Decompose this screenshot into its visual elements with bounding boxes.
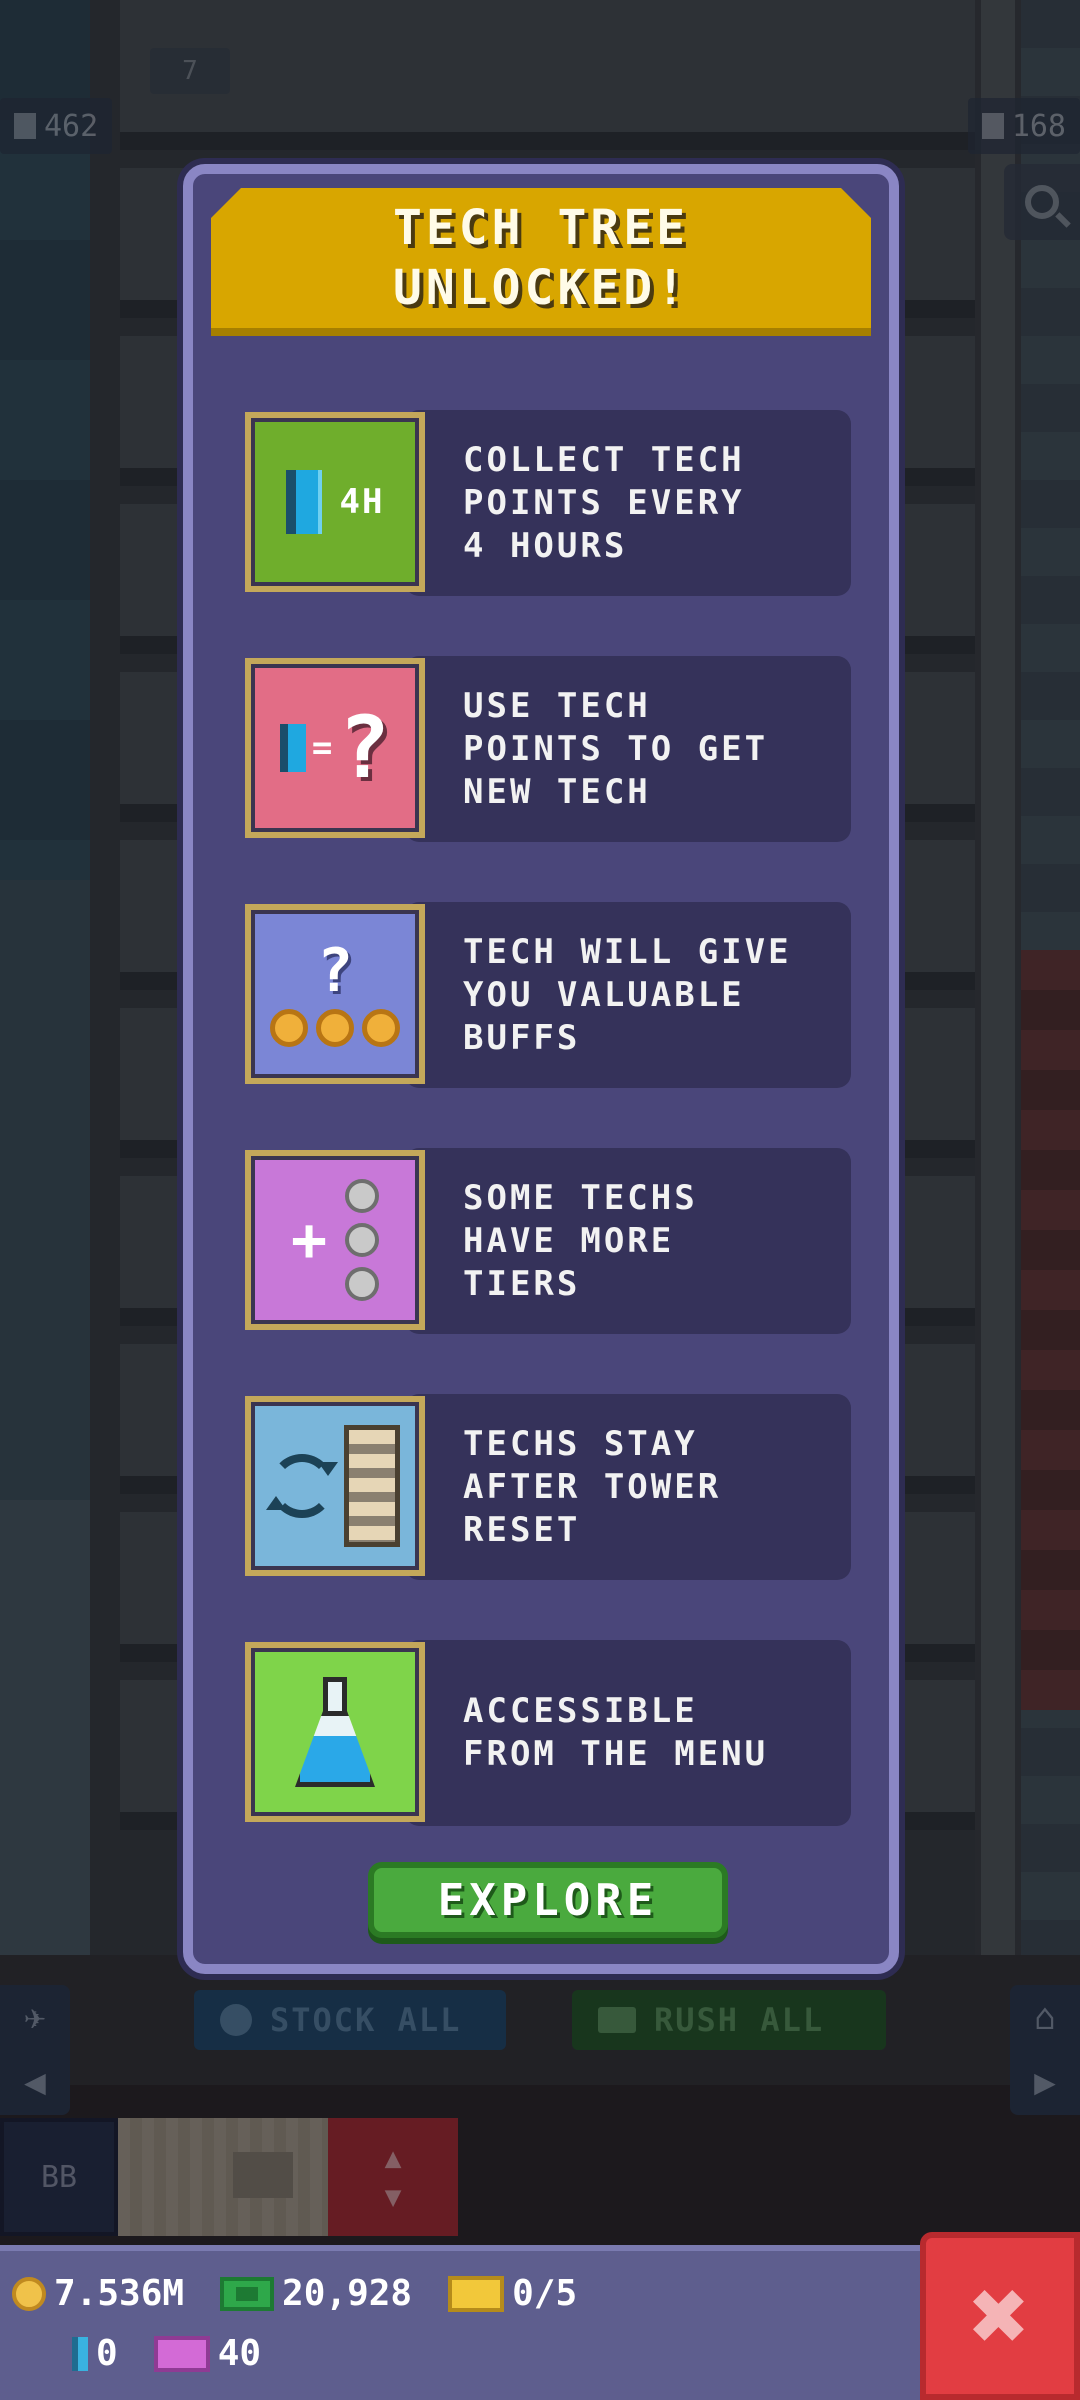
tiers-icon xyxy=(345,1179,380,1301)
tech-points-value: 0 xyxy=(96,2333,118,2374)
tech-tree-modal: TECH TREE UNLOCKED! 4H COLLECT TECH POIN… xyxy=(183,164,899,1974)
info-text: TECH WILL GIVE YOU VALUABLE BUFFS xyxy=(463,931,792,1060)
flask-body xyxy=(295,1711,375,1787)
info-text: SOME TECHS HAVE MORE TIERS xyxy=(463,1177,698,1306)
tech-point-icon xyxy=(285,470,322,534)
modal-header: TECH TREE UNLOCKED! xyxy=(211,188,871,336)
modal-title-line: TECH TREE xyxy=(392,200,690,256)
info-text-line: ACCESSIBLE xyxy=(463,1691,698,1731)
close-icon: ✖ xyxy=(969,2257,1031,2374)
info-text-line: POINTS EVERY xyxy=(463,482,745,523)
coins-value: 7.536M xyxy=(54,2273,185,2314)
close-button[interactable]: ✖ xyxy=(920,2232,1080,2400)
info-panel: USE TECH POINTS TO GET NEW TECH xyxy=(405,656,851,842)
info-text-line: RESET xyxy=(463,1509,581,1550)
info-text-line: USE TECH xyxy=(463,685,651,726)
coins-icon xyxy=(270,1009,400,1047)
info-text: TECHS STAY AFTER TOWER RESET xyxy=(463,1423,721,1552)
legend-tickets-counter[interactable]: 40 xyxy=(153,2333,262,2374)
explore-button[interactable]: EXPLORE xyxy=(368,1862,728,1938)
info-text: USE TECH POINTS TO GET NEW TECH xyxy=(463,685,768,814)
info-panel: TECHS STAY AFTER TOWER RESET xyxy=(405,1394,851,1580)
legend-tickets-value: 40 xyxy=(217,2333,262,2374)
info-text-line: HAVE MORE xyxy=(463,1220,675,1261)
question-mark-icon: ? xyxy=(338,698,391,798)
tech-points-4h-icon: 4H xyxy=(245,412,425,592)
tile-label: 4H xyxy=(339,482,385,522)
bux-icon xyxy=(220,2276,275,2311)
info-panel: TECH WILL GIVE YOU VALUABLE BUFFS xyxy=(405,902,851,1088)
tech-points-counter[interactable]: 0 xyxy=(72,2333,118,2374)
info-row: 4H COLLECT TECH POINTS EVERY 4 HOURS xyxy=(245,410,851,596)
tech-point-icon xyxy=(72,2336,88,2371)
question-mark-icon: ? xyxy=(316,936,354,1006)
info-text-line: POINTS TO GET xyxy=(463,728,769,769)
info-text-line: YOU VALUABLE xyxy=(463,974,745,1015)
info-text-line: TECHS STAY xyxy=(463,1423,698,1464)
info-text: COLLECT TECH POINTS EVERY 4 HOURS xyxy=(463,439,745,568)
golden-ticket-icon xyxy=(448,2275,505,2312)
info-text-line: COLLECT TECH xyxy=(463,439,745,480)
question-coins-icon: ? xyxy=(245,904,425,1084)
reset-cycle-icon xyxy=(270,1454,334,1518)
info-text-line: BUFFS xyxy=(463,1017,581,1058)
info-text-line: AFTER TOWER xyxy=(463,1466,722,1507)
tickets-counter[interactable]: 0/5 xyxy=(448,2273,577,2314)
building-icon xyxy=(344,1425,400,1547)
info-panel: SOME TECHS HAVE MORE TIERS xyxy=(405,1148,851,1334)
equals-icon: = xyxy=(311,728,333,768)
info-row: ? TECH WILL GIVE YOU VALUABLE BUFFS xyxy=(245,902,851,1088)
flask-graphic xyxy=(295,1677,375,1787)
coin-icon xyxy=(316,1009,354,1047)
coins-counter[interactable]: 7.536M xyxy=(12,2273,184,2314)
info-text: ACCESSIBLE FROM THE MENU xyxy=(463,1690,768,1776)
currency-row: 0 40 xyxy=(72,2333,283,2374)
info-text-line: 4 HOURS xyxy=(463,525,628,566)
bux-value: 20,928 xyxy=(282,2273,413,2314)
plus-tiers-icon: + xyxy=(245,1150,425,1330)
modal-title-line: UNLOCKED! xyxy=(392,260,690,316)
tickets-value: 0/5 xyxy=(512,2273,578,2314)
modal-title: TECH TREE UNLOCKED! xyxy=(393,198,689,318)
coin-icon xyxy=(362,1009,400,1047)
currency-row: 7.536M 20,928 0/5 xyxy=(12,2273,599,2314)
flask-icon xyxy=(245,1642,425,1822)
info-row: + SOME TECHS HAVE MORE TIERS xyxy=(245,1148,851,1334)
info-row: ACCESSIBLE FROM THE MENU xyxy=(245,1640,851,1826)
info-text-line: TECH WILL GIVE xyxy=(463,931,792,972)
currency-bar: 7.536M 20,928 0/5 0 40 xyxy=(0,2245,1080,2400)
info-text-line: FROM THE MENU xyxy=(463,1734,769,1774)
info-row: = ? USE TECH POINTS TO GET NEW TECH xyxy=(245,656,851,842)
tech-points-equals-question-icon: = ? xyxy=(245,658,425,838)
legend-ticket-icon xyxy=(153,2335,210,2372)
info-text-line: TIERS xyxy=(463,1263,581,1304)
coin-icon xyxy=(270,1009,308,1047)
cycle-building-icon xyxy=(245,1396,425,1576)
plus-icon: + xyxy=(290,1205,328,1275)
info-text-line: NEW TECH xyxy=(463,771,651,812)
tier-dot-icon xyxy=(345,1267,380,1301)
tech-point-icon xyxy=(279,724,306,772)
tier-dot-icon xyxy=(345,1179,380,1213)
coin-icon xyxy=(12,2276,46,2311)
info-panel: COLLECT TECH POINTS EVERY 4 HOURS xyxy=(405,410,851,596)
tier-dot-icon xyxy=(345,1223,380,1257)
buff-icon-stack: ? xyxy=(270,941,400,1047)
info-panel: ACCESSIBLE FROM THE MENU xyxy=(405,1640,851,1826)
info-text-line: SOME TECHS xyxy=(463,1177,698,1218)
bux-counter[interactable]: 20,928 xyxy=(220,2273,412,2314)
info-row: TECHS STAY AFTER TOWER RESET xyxy=(245,1394,851,1580)
